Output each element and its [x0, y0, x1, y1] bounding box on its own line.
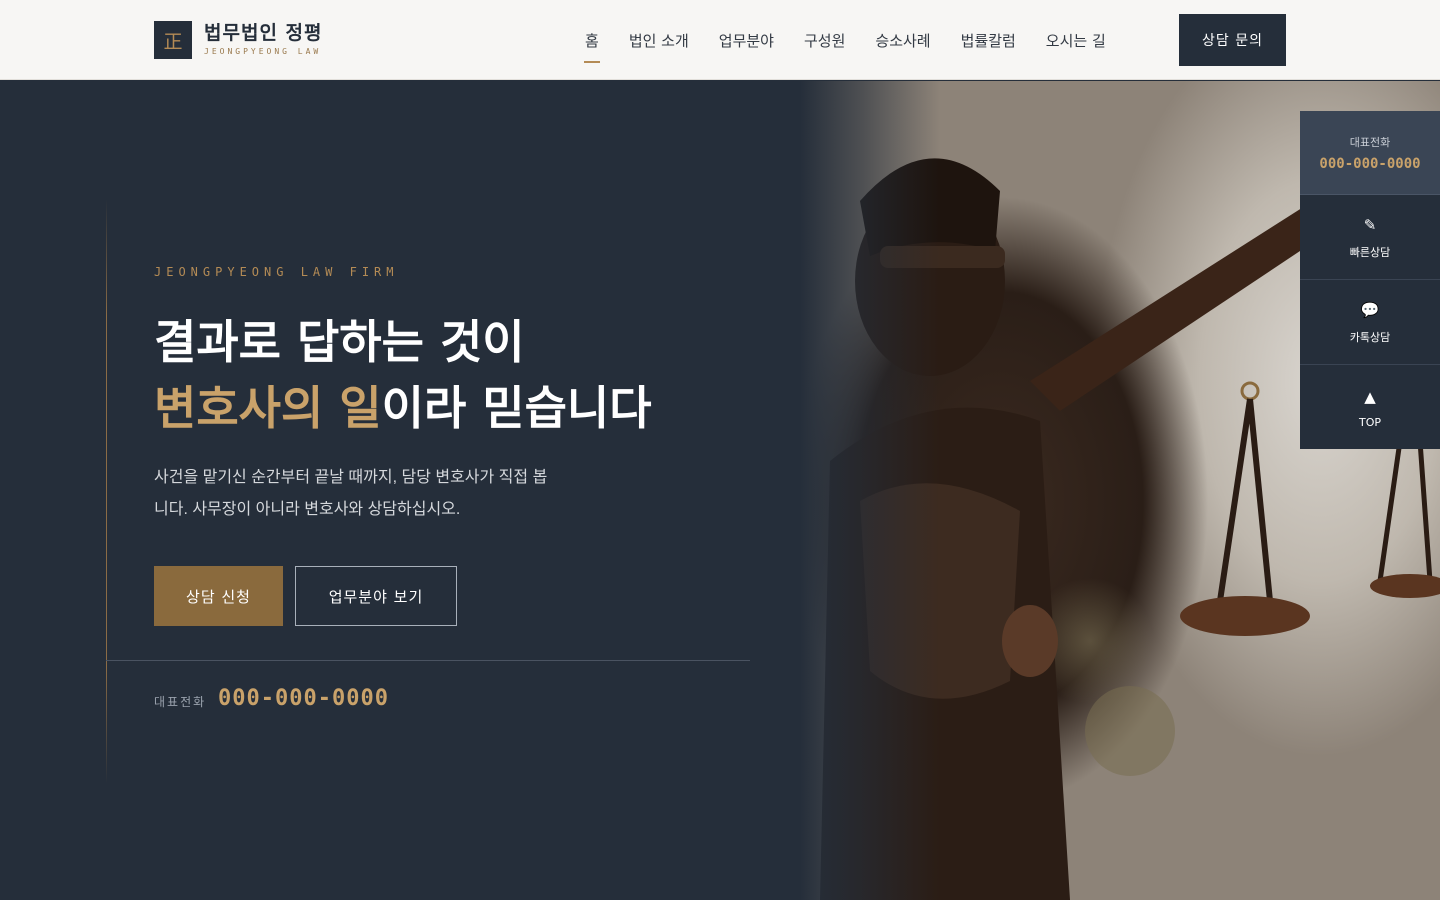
headline-rest-text: 이라 믿습니다: [381, 381, 652, 435]
logo[interactable]: 正 법무법인 정평 JEONGPYEONG LAW: [154, 21, 323, 59]
nav-item-practice-areas[interactable]: 업무분야: [719, 30, 774, 51]
quick-consult-button[interactable]: ✎ 빠른상담: [1300, 195, 1440, 280]
hero-horizontal-divider: [106, 660, 750, 661]
chat-bubble-icon: 💬: [1360, 301, 1380, 319]
hero-description: 사건을 맡기신 순간부터 끝날 때까지, 담당 변호사가 직접 봅니다. 사무장…: [154, 469, 548, 518]
main-nav: 홈 법인 소개 업무분야 구성원 승소사례 법률칼럼 오시는 길: [570, 0, 1121, 80]
hero-headline: 결과로 답하는 것이 변호사의 일이라 믿습니다: [154, 309, 774, 441]
scroll-top-label: TOP: [1358, 415, 1381, 429]
kakao-consult-button[interactable]: 💬 카톡상담: [1300, 280, 1440, 365]
logo-title: 법무법인 정평: [204, 22, 323, 44]
site-header: 正 법무법인 정평 JEONGPYEONG LAW 홈 법인 소개 업무분야 구…: [0, 0, 1440, 80]
nav-item-location[interactable]: 오시는 길: [1046, 30, 1106, 51]
hero-phone-number[interactable]: 000-000-0000: [218, 686, 389, 711]
view-practice-areas-button[interactable]: 업무분야 보기: [295, 566, 457, 626]
consult-inquiry-button[interactable]: 상담 문의: [1179, 14, 1286, 66]
logo-subtitle: JEONGPYEONG LAW: [204, 47, 322, 56]
arrow-up-icon: ▲: [1364, 387, 1376, 406]
quick-consult-label: 빠른상담: [1349, 246, 1391, 259]
hero-phone-label: 대표전화: [154, 695, 207, 709]
quick-phone-number: 000-000-0000: [1319, 155, 1421, 172]
nav-item-members[interactable]: 구성원: [804, 30, 845, 51]
image-fade-overlay: [800, 81, 940, 900]
nav-item-about[interactable]: 법인 소개: [629, 30, 689, 51]
headline-gold-text: 변호사의 일: [154, 381, 382, 435]
nav-item-home[interactable]: 홈: [585, 30, 599, 51]
hero-vertical-divider: [106, 199, 107, 784]
nav-item-columns[interactable]: 법률칼럼: [961, 30, 1016, 51]
kakao-consult-label: 카톡상담: [1349, 331, 1391, 344]
quick-phone-box[interactable]: 대표전화 000-000-0000: [1300, 111, 1440, 195]
logo-text: 법무법인 정평 JEONGPYEONG LAW: [204, 22, 323, 58]
quick-phone-label: 대표전화: [1349, 135, 1391, 149]
headline-line-1: 결과로 답하는 것이: [154, 315, 525, 369]
pencil-icon: ✎: [1363, 216, 1377, 234]
logo-mark-icon: 正: [154, 21, 192, 59]
consult-apply-button[interactable]: 상담 신청: [154, 566, 283, 626]
hero-eyebrow: JEONGPYEONG LAW FIRM: [154, 265, 399, 279]
scroll-top-button[interactable]: ▲ TOP: [1300, 365, 1440, 449]
hero-section: JEONGPYEONG LAW FIRM 결과로 답하는 것이 변호사의 일이라…: [0, 81, 1440, 900]
nav-item-cases[interactable]: 승소사례: [875, 30, 930, 51]
quick-menu: 대표전화 000-000-0000 ✎ 빠른상담 💬 카톡상담 ▲ TOP: [1300, 111, 1440, 449]
